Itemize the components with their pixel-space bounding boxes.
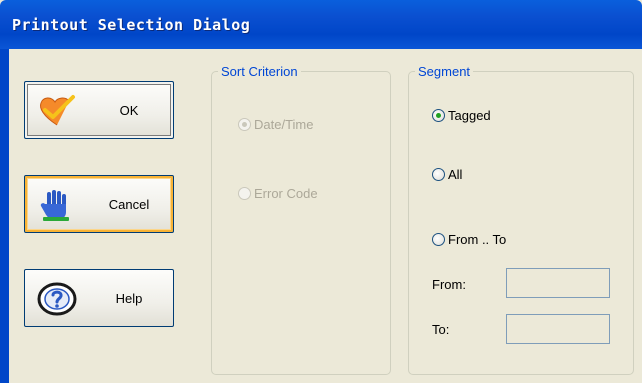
from-label: From: <box>432 277 466 292</box>
radio-all[interactable]: All <box>432 167 462 182</box>
window-frame-left <box>0 49 9 383</box>
radio-tagged-label: Tagged <box>448 108 491 123</box>
sort-criterion-group: Sort Criterion <box>211 64 391 375</box>
radio-error-code-label: Error Code <box>254 186 318 201</box>
radio-date-time-indicator <box>238 118 251 131</box>
cancel-button[interactable]: Cancel <box>24 175 174 233</box>
sort-criterion-legend: Sort Criterion <box>221 64 298 79</box>
from-field[interactable] <box>506 268 610 298</box>
radio-all-indicator <box>432 168 445 181</box>
help-button-label: Help <box>115 291 143 306</box>
radio-tagged-indicator <box>432 109 445 122</box>
radio-from-to-indicator <box>432 233 445 246</box>
segment-legend: Segment <box>418 64 471 79</box>
radio-tagged[interactable]: Tagged <box>432 108 491 123</box>
radio-error-code[interactable]: Error Code <box>238 186 318 201</box>
radio-date-time-label: Date/Time <box>254 117 314 132</box>
radio-date-time[interactable]: Date/Time <box>238 117 313 132</box>
radio-from-to[interactable]: From .. To <box>432 232 506 247</box>
hand-stop-icon <box>37 188 77 222</box>
title-bar[interactable]: Printout Selection Dialog <box>0 0 642 49</box>
radio-error-code-indicator <box>238 187 251 200</box>
help-button[interactable]: Help <box>24 269 174 327</box>
help-question-icon <box>37 282 77 316</box>
ok-button[interactable]: OK <box>24 81 174 139</box>
to-label: To: <box>432 322 450 337</box>
ok-button-label: OK <box>119 103 139 118</box>
to-field[interactable] <box>506 314 610 344</box>
heart-check-icon <box>37 94 77 128</box>
radio-all-label: All <box>448 167 463 182</box>
radio-from-to-label: From .. To <box>448 232 507 247</box>
cancel-button-label: Cancel <box>108 197 150 212</box>
window-title: Printout Selection Dialog <box>12 16 251 34</box>
